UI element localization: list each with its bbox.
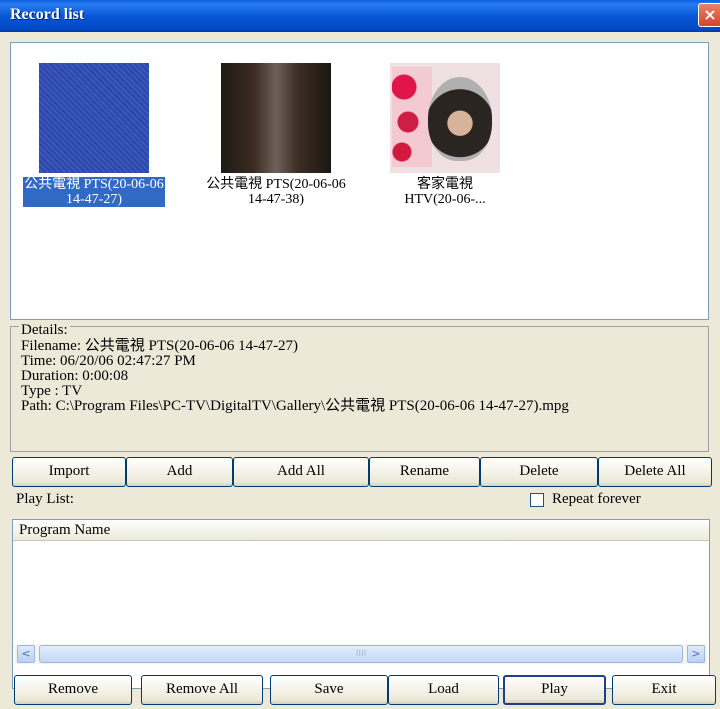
title-bar: Record list × xyxy=(0,0,720,32)
detail-filename: Filename: 公共電視 PTS(20-06-06 14-47-27) xyxy=(21,338,299,354)
details-group: Details: Filename: 公共電視 PTS(20-06-06 14-… xyxy=(10,322,709,452)
caption-line: 14-47-27) xyxy=(66,192,122,207)
details-legend: Details: xyxy=(19,322,70,338)
flowers-graphic xyxy=(392,67,432,167)
repeat-forever-label[interactable]: Repeat forever xyxy=(552,492,641,507)
load-button[interactable]: Load xyxy=(388,675,499,705)
remove-button[interactable]: Remove xyxy=(14,675,132,705)
detail-time: Time: 06/20/06 02:47:27 PM xyxy=(21,353,196,369)
caption-line: 公共電視 PTS(20-06-06 xyxy=(24,177,164,192)
caption-line: 公共電視 PTS(20-06-06 xyxy=(206,177,346,192)
detail-type: Type : TV xyxy=(21,383,83,399)
thumbnail-image xyxy=(390,63,500,173)
caption-line: HTV(20-06-... xyxy=(404,192,486,207)
play-list-label: Play List: xyxy=(16,491,74,507)
delete-all-button[interactable]: Delete All xyxy=(598,457,712,487)
window-title: Record list xyxy=(10,6,85,23)
caption-line: 14-47-38) xyxy=(248,192,304,207)
play-button[interactable]: Play xyxy=(503,675,606,705)
thumbnail-item[interactable]: 公共電視 PTS(20-06-06 14-47-27) xyxy=(9,63,179,208)
delete-button[interactable]: Delete xyxy=(480,457,598,487)
save-button[interactable]: Save xyxy=(270,675,388,705)
add-all-button[interactable]: Add All xyxy=(233,457,369,487)
column-header-program-name[interactable]: Program Name xyxy=(13,520,709,541)
recordings-thumbnail-view[interactable]: 公共電視 PTS(20-06-06 14-47-27) 公共電視 PTS(20-… xyxy=(10,42,709,320)
repeat-forever-checkbox[interactable] xyxy=(530,493,544,507)
thumbnail-image xyxy=(39,63,149,173)
rename-button[interactable]: Rename xyxy=(369,457,480,487)
add-button[interactable]: Add xyxy=(126,457,233,487)
detail-duration: Duration: 0:00:08 xyxy=(21,368,129,384)
scroll-right-button[interactable]: > xyxy=(687,645,705,663)
presenter-graphic xyxy=(428,77,492,161)
scroll-left-button[interactable]: < xyxy=(17,645,35,663)
import-button[interactable]: Import xyxy=(12,457,126,487)
exit-button[interactable]: Exit xyxy=(612,675,716,705)
close-button[interactable]: × xyxy=(698,3,720,27)
column-header-label: Program Name xyxy=(19,522,111,538)
remove-all-button[interactable]: Remove All xyxy=(141,675,263,705)
thumbnail-image xyxy=(221,63,331,173)
caption-line: 客家電視 xyxy=(416,177,473,192)
thumbnail-caption: 公共電視 PTS(20-06-06 14-47-38) xyxy=(205,177,347,207)
play-list-view[interactable]: Program Name < IIII > xyxy=(12,519,710,689)
detail-path: Path: C:\Program Files\PC-TV\DigitalTV\G… xyxy=(21,398,569,414)
thumbnail-caption: 客家電視 HTV(20-06-... xyxy=(403,177,486,207)
horizontal-scrollbar[interactable]: < IIII > xyxy=(15,644,707,664)
thumbnail-caption: 公共電視 PTS(20-06-06 14-47-27) xyxy=(23,177,165,207)
thumbnail-item[interactable]: 客家電視 HTV(20-06-... xyxy=(360,63,530,208)
scroll-thumb[interactable]: IIII xyxy=(39,645,683,663)
thumbnail-item[interactable]: 公共電視 PTS(20-06-06 14-47-38) xyxy=(191,63,361,208)
details-text: Filename: 公共電視 PTS(20-06-06 14-47-27) Ti… xyxy=(21,339,569,414)
